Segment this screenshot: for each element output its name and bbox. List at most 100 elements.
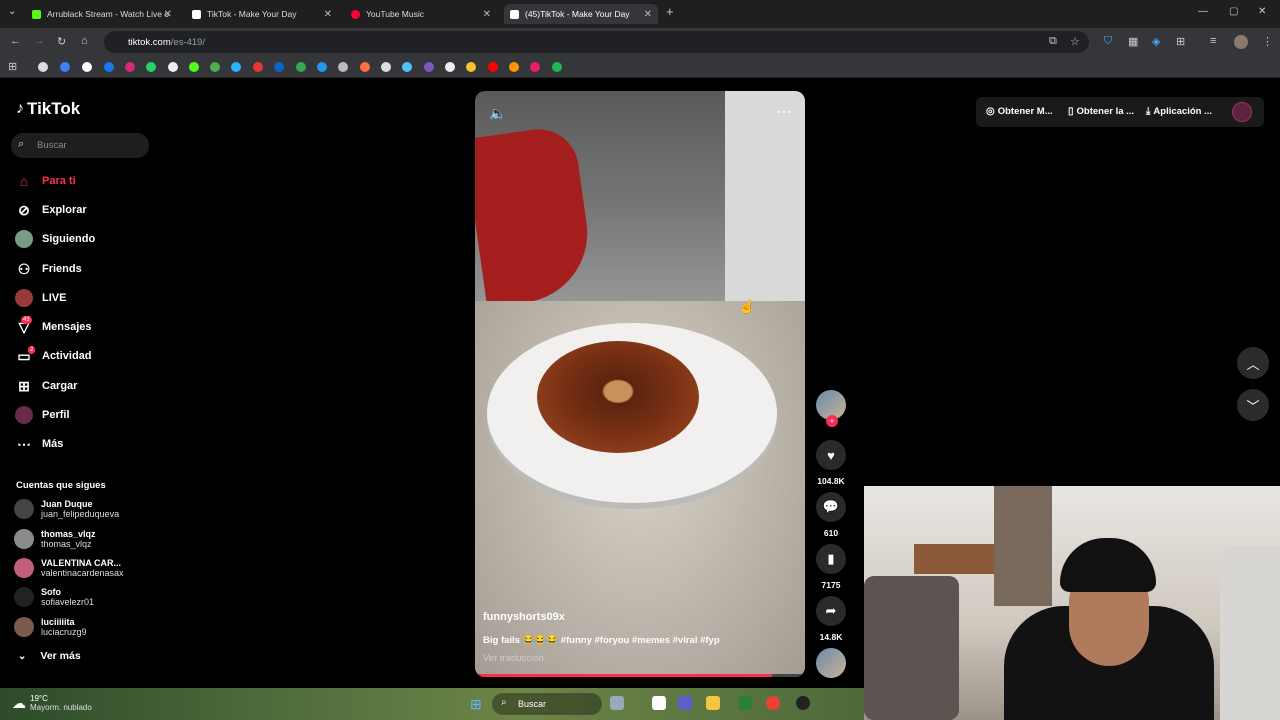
x-icon[interactable] [168,62,178,72]
whatsapp-icon[interactable] [146,62,156,72]
video-progress-bar[interactable] [475,674,805,677]
comment-button[interactable]: 💬 [816,492,846,522]
see-more-button[interactable]: ⌄ Ver más [18,650,81,662]
bookmark-icon[interactable] [338,62,348,72]
close-icon[interactable]: ✕ [483,9,491,20]
taskbar-app-icon[interactable] [678,696,692,710]
reload-icon[interactable]: ↻ [57,35,66,48]
music-disc-icon[interactable] [816,648,846,678]
bookmark-icon[interactable] [210,62,220,72]
tab-youtube-music[interactable]: YouTube Music ✕ [345,4,497,24]
extensions-puzzle-icon[interactable]: ⊞ [1176,35,1185,48]
nav-live[interactable]: LIVE [14,287,66,309]
taskbar-app-icon[interactable] [738,696,752,710]
video-player[interactable]: 🔈 ⋯ funnyshorts09x Big fails 😂😂😂 #funny … [475,91,805,677]
tab-tiktok[interactable]: TikTok - Make Your Day ✕ [186,4,338,24]
video-username[interactable]: funnyshorts09x [483,611,565,623]
user-avatar[interactable] [1232,102,1252,122]
bookmark-icon[interactable] [317,62,327,72]
bookmark-icon[interactable] [445,62,455,72]
extension-shield-icon[interactable]: ⛉ [1104,35,1112,48]
windows-start-icon[interactable]: ⊞ [470,696,482,713]
google-icon[interactable] [82,62,92,72]
cast-icon[interactable]: ⧉ [1049,35,1057,48]
nav-mas[interactable]: ⋯ Más [14,433,63,455]
taskbar-search[interactable]: ⌕ Buscar [492,693,602,715]
webcam-sofa [864,576,959,720]
nav-siguiendo[interactable]: Siguiendo [14,228,95,250]
following-account[interactable]: thomas_vlqz thomas_vlqz [14,526,96,552]
bookmark-icon[interactable] [253,62,263,72]
bookmark-icon[interactable] [60,62,70,72]
close-icon[interactable]: ✕ [324,9,332,20]
nav-actividad[interactable]: ▭ Actividad [14,345,91,367]
bookmark-icon[interactable] [466,62,476,72]
chrome-icon[interactable] [766,696,780,710]
bookmark-icon[interactable] [530,62,540,72]
bookmark-icon[interactable] [231,62,241,72]
taskbar-app-icon[interactable] [610,696,624,710]
previous-video-button[interactable]: ︿ [1237,347,1269,379]
download-app-button[interactable]: ⤓ Aplicación ... [1146,106,1212,117]
close-icon[interactable]: ✕ [164,9,172,20]
minimize-icon[interactable]: — [1198,6,1208,17]
tab-search-icon[interactable]: ⌄ [8,6,16,17]
menu-kebab-icon[interactable]: ⋮ [1262,35,1273,48]
nav-perfil[interactable]: Perfil [14,404,70,426]
tab-arrublack[interactable]: Arrublack Stream - Watch Live o ✕ [26,4,178,24]
get-coins-button[interactable]: ◎ Obtener M... [986,106,1053,117]
share-button[interactable]: ➦ [816,596,846,626]
new-tab-button[interactable]: + [666,4,674,19]
linkedin-icon[interactable] [274,62,284,72]
taskbar-app-icon[interactable] [652,696,666,710]
bookmark-icon[interactable] [424,62,434,72]
following-account[interactable]: Juan Duque juan_felipeduqueva [14,496,119,522]
volume-icon[interactable]: 🔈 [489,105,506,122]
bookmark-star-icon[interactable]: ☆ [1070,35,1080,48]
search-input[interactable]: ⌕ Buscar [11,133,149,158]
extension-tag-icon[interactable]: ◈ [1152,35,1160,48]
tiktok-logo[interactable]: ♪ TikTok [16,99,80,119]
drive-icon[interactable] [296,62,306,72]
save-button[interactable]: ▮ [816,544,846,574]
youtube-icon[interactable] [488,62,498,72]
nav-cargar[interactable]: ⊞ Cargar [14,375,77,397]
profile-avatar-icon[interactable] [1234,35,1248,49]
weather-widget[interactable]: ☁ 19°C Mayorm. nublado [12,694,92,712]
address-bar[interactable]: tiktok.com/es-419/ [104,31,1089,53]
following-account[interactable]: luciiiiita luciacruzg9 [14,614,87,640]
kick-icon[interactable] [189,62,199,72]
back-icon[interactable]: ← [10,35,21,47]
bookmark-icon[interactable] [38,62,48,72]
spotify-icon[interactable] [552,62,562,72]
facebook-icon[interactable] [104,62,114,72]
follow-plus-icon[interactable]: + [826,415,838,427]
bookmark-icon[interactable] [402,62,412,72]
forward-icon[interactable]: → [34,35,45,47]
extension-icon[interactable]: ▦ [1128,35,1138,48]
following-account[interactable]: VALENTINA CAR... valentinacardenasax [14,555,124,581]
nav-friends[interactable]: ⚇ Friends [14,258,82,280]
maximize-icon[interactable]: ▢ [1229,6,1238,17]
window-close-icon[interactable]: ✕ [1258,6,1266,17]
nav-explorar[interactable]: ⊘ Explorar [14,199,87,221]
more-options-icon[interactable]: ⋯ [777,103,791,120]
instagram-icon[interactable] [125,62,135,72]
like-button[interactable]: ♥ [816,440,846,470]
apps-grid-icon[interactable]: ⊞ [8,60,17,73]
media-control-icon[interactable]: ≡ [1210,35,1216,47]
nav-para-ti[interactable]: ⌂ Para ti [14,170,76,192]
close-icon[interactable]: ✕ [644,9,652,20]
bookmark-icon[interactable] [381,62,391,72]
bookmark-icon[interactable] [360,62,370,72]
taskbar-app-icon[interactable] [796,696,810,710]
search-icon: ⌕ [18,138,25,150]
translate-link[interactable]: Ver traducción [483,653,544,664]
file-explorer-icon[interactable] [706,696,720,710]
tab-tiktok-active[interactable]: (45)TikTok - Make Your Day ✕ [504,4,658,24]
following-account[interactable]: Sofo sofiavelezr01 [14,584,94,610]
next-video-button[interactable]: ﹀ [1237,389,1269,421]
bookmark-icon[interactable] [509,62,519,72]
get-app-button[interactable]: ▯ Obtener la ... [1068,106,1134,117]
home-icon[interactable]: ⌂ [81,35,88,47]
